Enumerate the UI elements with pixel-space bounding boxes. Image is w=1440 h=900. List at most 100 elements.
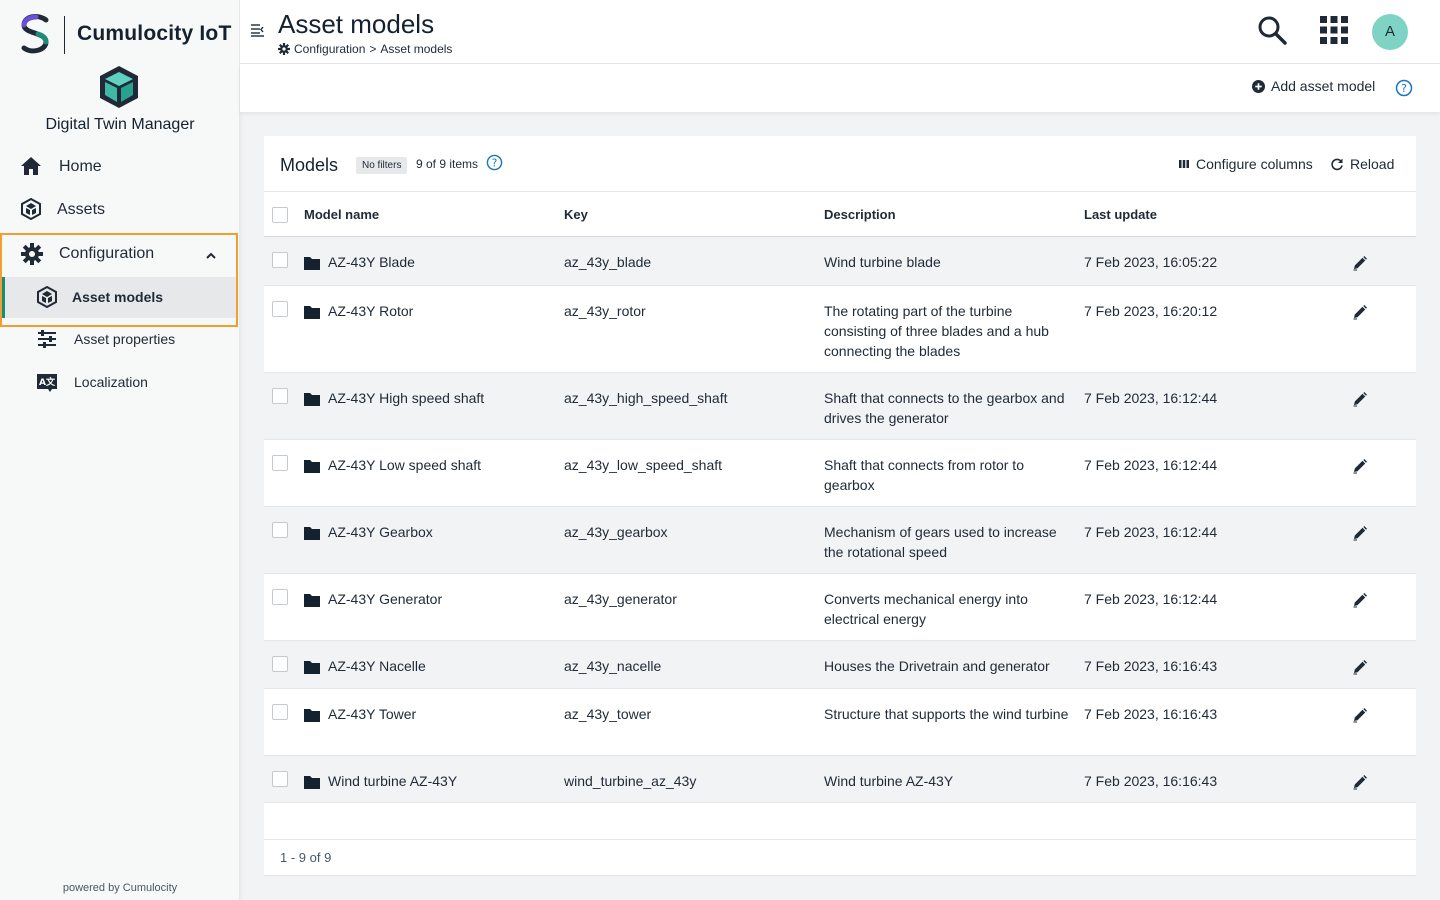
row-checkbox[interactable]: [272, 656, 288, 672]
nav-label-assets: Assets: [57, 201, 106, 218]
row-checkbox[interactable]: [272, 771, 288, 787]
cell-model-name[interactable]: Wind turbine AZ-43Y: [328, 771, 457, 791]
column-header-key[interactable]: Key: [564, 207, 588, 222]
edit-pencil-icon[interactable]: [1351, 706, 1369, 724]
nav-item-asset-models[interactable]: Asset models: [2, 277, 236, 318]
action-bar: Add asset model ?: [240, 64, 1440, 112]
cell-last-update: 7 Feb 2023, 16:12:44: [1084, 524, 1218, 540]
breadcrumb-gear-icon: [278, 43, 290, 55]
cell-key: az_43y_rotor: [564, 303, 646, 319]
row-checkbox[interactable]: [272, 455, 288, 471]
cell-model-name[interactable]: AZ-43Y Blade: [328, 252, 415, 272]
cell-model-name[interactable]: AZ-43Y Nacelle: [328, 656, 426, 676]
page-title: Asset models: [278, 9, 435, 39]
edit-pencil-icon[interactable]: [1351, 524, 1369, 542]
table-row[interactable]: AZ-43Y High speed shaft az_43y_high_speed…: [264, 373, 1416, 440]
cell-key: az_43y_generator: [564, 591, 677, 607]
cell-key: az_43y_high_speed_shaft: [564, 390, 728, 406]
cell-key: az_43y_nacelle: [564, 658, 662, 674]
row-checkbox[interactable]: [272, 301, 288, 317]
filter-badge: No filters: [356, 157, 408, 174]
app-switcher-grid-icon[interactable]: [1318, 14, 1350, 46]
plus-circle-icon: [1252, 79, 1265, 93]
row-checkbox[interactable]: [272, 252, 288, 268]
chevron-up-icon: [200, 245, 222, 267]
column-header-description[interactable]: Description: [824, 207, 896, 222]
row-checkbox[interactable]: [272, 522, 288, 538]
cell-model-name[interactable]: AZ-43Y Low speed shaft: [328, 455, 481, 475]
table-row[interactable]: AZ-43Y Low speed shaft az_43y_low_speed_s…: [264, 440, 1416, 507]
reload-label: Reload: [1350, 156, 1395, 172]
cell-model-name[interactable]: AZ-43Y High speed shaft: [328, 388, 484, 408]
card-help-icon[interactable]: ?: [486, 154, 503, 171]
nav-item-assets[interactable]: Assets: [0, 189, 240, 229]
folder-icon: [304, 709, 320, 722]
cell-description: Converts mechanical energy into electric…: [824, 591, 1028, 627]
cell-key: wind_turbine_az_43y: [564, 773, 697, 789]
breadcrumb-separator: >: [369, 42, 377, 56]
search-icon[interactable]: [1256, 14, 1288, 46]
configure-columns-button[interactable]: Configure columns: [1178, 156, 1313, 172]
row-checkbox[interactable]: [272, 589, 288, 605]
help-icon[interactable]: ?: [1395, 79, 1413, 97]
configure-columns-label: Configure columns: [1196, 156, 1313, 172]
svg-text:A文: A文: [39, 376, 56, 388]
folder-icon: [304, 776, 320, 789]
cell-model-name[interactable]: AZ-43Y Tower: [328, 704, 416, 724]
edit-pencil-icon[interactable]: [1351, 658, 1369, 676]
cell-model-name[interactable]: AZ-43Y Rotor: [328, 301, 413, 321]
table-row[interactable]: AZ-43Y Generator az_43y_generator Converts…: [264, 574, 1416, 641]
nav-item-asset-properties[interactable]: Asset properties: [0, 326, 240, 352]
reload-button[interactable]: Reload: [1330, 156, 1394, 172]
sidebar-toggle-icon[interactable]: [250, 22, 266, 38]
table-row[interactable]: AZ-43Y Nacelle az_43y_nacelle Houses the D…: [264, 641, 1416, 689]
digital-twin-cube-icon: [100, 66, 138, 108]
cell-description: The rotating part of the turbine consist…: [824, 303, 1049, 359]
folder-icon: [304, 594, 320, 607]
assets-cube-icon: [20, 198, 42, 220]
edit-pencil-icon[interactable]: [1351, 254, 1369, 272]
cell-key: az_43y_blade: [564, 254, 652, 270]
cell-last-update: 7 Feb 2023, 16:16:43: [1084, 658, 1218, 674]
table-row[interactable]: AZ-43Y Tower az_43y_tower Structure that s…: [264, 689, 1416, 756]
column-header-model-name[interactable]: Model name: [304, 207, 379, 222]
edit-pencil-icon[interactable]: [1351, 591, 1369, 609]
row-checkbox[interactable]: [272, 704, 288, 720]
folder-icon: [304, 257, 320, 270]
models-card: Models No filters 9 of 9 items ? Configu…: [264, 136, 1416, 876]
breadcrumb-configuration-link[interactable]: Configuration: [294, 42, 365, 56]
column-header-last-update[interactable]: Last update: [1084, 207, 1157, 222]
cell-last-update: 7 Feb 2023, 16:16:43: [1084, 706, 1218, 722]
user-avatar[interactable]: A: [1372, 14, 1408, 50]
table-row[interactable]: AZ-43Y Rotor az_43y_rotor The rotating par…: [264, 286, 1416, 373]
select-all-checkbox[interactable]: [272, 207, 288, 223]
edit-pencil-icon[interactable]: [1351, 773, 1369, 791]
edit-pencil-icon[interactable]: [1351, 390, 1369, 408]
nav-item-configuration[interactable]: Configuration: [0, 233, 240, 277]
cell-key: az_43y_low_speed_shaft: [564, 457, 723, 473]
edit-pencil-icon[interactable]: [1351, 457, 1369, 475]
svg-text:?: ?: [492, 157, 498, 169]
cell-last-update: 7 Feb 2023, 16:12:44: [1084, 457, 1218, 473]
cell-description: Shaft that connects to the gearbox and d…: [824, 390, 1065, 426]
add-asset-model-button[interactable]: Add asset model: [1252, 78, 1375, 94]
card-header: Models No filters 9 of 9 items ? Configu…: [264, 136, 1416, 192]
table-row[interactable]: AZ-43Y Gearbox az_43y_gearbox Mechanism of…: [264, 507, 1416, 574]
asset-model-cube-icon: [36, 286, 58, 308]
edit-pencil-icon[interactable]: [1351, 303, 1369, 321]
nav-item-localization[interactable]: A文 Localization: [0, 368, 240, 396]
cell-last-update: 7 Feb 2023, 16:16:43: [1084, 773, 1218, 789]
reload-icon: [1331, 158, 1343, 171]
table-row[interactable]: AZ-43Y Blade az_43y_blade Wind turbine bla…: [264, 237, 1416, 286]
svg-text:?: ?: [1401, 82, 1407, 95]
cell-model-name[interactable]: AZ-43Y Generator: [328, 589, 442, 609]
item-count: 9 of 9 items: [416, 157, 479, 171]
cell-key: az_43y_gearbox: [564, 524, 668, 540]
card-title: Models: [280, 155, 339, 175]
nav-item-home[interactable]: Home: [0, 146, 240, 186]
table-row[interactable]: Wind turbine AZ-43Y wind_turbine_az_43y Wi…: [264, 756, 1416, 803]
header: Asset models Configuration > Asset model…: [240, 0, 1440, 64]
cell-model-name[interactable]: AZ-43Y Gearbox: [328, 522, 433, 542]
app-name: Digital Twin Manager: [45, 116, 195, 133]
row-checkbox[interactable]: [272, 388, 288, 404]
